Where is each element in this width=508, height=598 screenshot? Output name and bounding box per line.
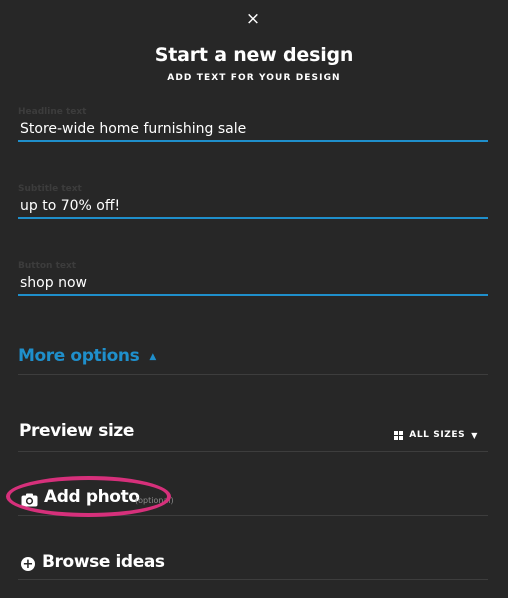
camera-icon [21, 492, 38, 511]
modal-title: Start a new design [154, 44, 354, 66]
preview-size-title: Preview size [19, 421, 135, 441]
subtitle-field[interactable]: Subtitle text up to 70% off! [18, 183, 488, 219]
subtitle-input[interactable]: up to 70% off! [18, 195, 488, 219]
preview-size-section: Preview size ALL SIZES ▼ [18, 421, 488, 452]
add-photo-button[interactable]: Add photo (optional) [18, 484, 488, 516]
subtitle-label: Subtitle text [18, 184, 82, 194]
all-sizes-dropdown[interactable]: ALL SIZES ▼ [394, 430, 478, 440]
browse-ideas-label: Browse ideas [42, 552, 165, 572]
browse-ideas-button[interactable]: + Browse ideas [18, 549, 488, 580]
more-options-toggle[interactable]: More options ▲ [18, 346, 488, 375]
all-sizes-label: ALL SIZES [409, 430, 466, 440]
caret-up-icon: ▲ [149, 352, 157, 362]
optional-label: (optional) [135, 496, 174, 505]
caret-down-icon: ▼ [471, 430, 478, 440]
grid-icon [394, 430, 404, 440]
modal-subtitle: ADD TEXT FOR YOUR DESIGN [167, 73, 341, 83]
plus-circle-icon: + [21, 556, 35, 572]
headline-field[interactable]: Headline text Store-wide home furnishing… [18, 106, 488, 142]
button-text-input[interactable]: shop now [18, 272, 488, 296]
button-text-label: Button text [18, 261, 77, 271]
headline-input[interactable]: Store-wide home furnishing sale [18, 118, 488, 142]
headline-label: Headline text [18, 107, 87, 117]
close-icon[interactable]: × [243, 9, 263, 29]
add-photo-label: Add photo [44, 487, 140, 507]
button-text-field[interactable]: Button text shop now [18, 260, 488, 296]
more-options-label: More options [18, 346, 140, 366]
